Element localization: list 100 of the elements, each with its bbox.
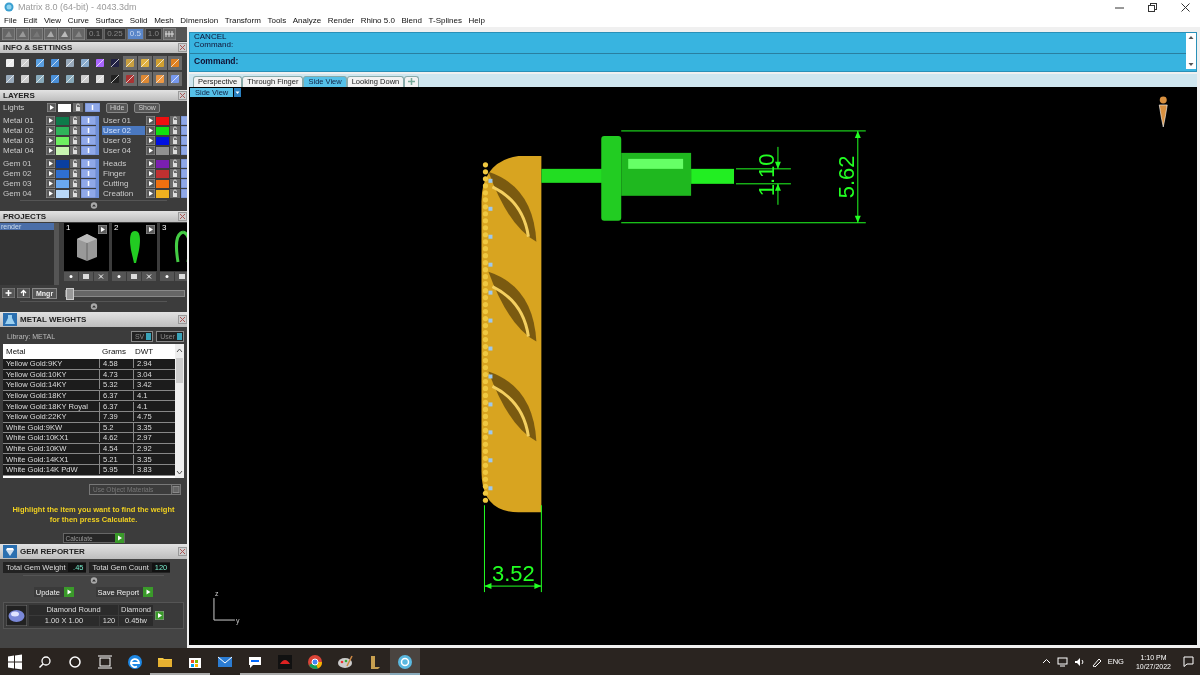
color-swatch[interactable] [156,159,169,168]
menu-item[interactable]: Help [468,16,485,25]
chevron-up-icon[interactable] [1041,657,1051,666]
restore-icon[interactable] [1148,2,1157,12]
play-icon[interactable] [46,169,55,178]
up-arrow-icon[interactable] [17,288,30,298]
layer-name[interactable]: User 02 [102,126,145,135]
tool-icon[interactable] [63,72,77,86]
color-swatch[interactable] [56,189,69,198]
play-icon[interactable] [146,146,155,155]
lock-icon[interactable] [170,146,180,155]
save-icon[interactable] [175,272,187,281]
layer-name[interactable]: User 01 [102,116,145,125]
play-icon[interactable] [146,189,155,198]
lock-icon[interactable] [70,179,80,188]
delete-icon[interactable] [142,272,156,281]
checkbox[interactable] [171,484,181,495]
menu-item[interactable]: Edit [23,16,38,25]
lock-icon[interactable] [170,169,180,178]
layer-name[interactable]: Gem 02 [2,169,45,178]
play-icon[interactable] [47,103,56,112]
save-icon[interactable] [79,272,93,281]
play-icon[interactable] [98,225,107,234]
color-swatch[interactable] [56,169,69,178]
collapse-handle[interactable] [89,303,98,310]
caret-icon[interactable] [234,88,242,97]
notification-icon[interactable] [1183,656,1194,667]
lock-icon[interactable] [70,169,80,178]
play-icon[interactable] [146,126,155,135]
tool-icon[interactable] [63,56,77,70]
layer-name[interactable]: User 04 [102,146,145,155]
tool-icon[interactable] [33,56,47,70]
layer-name[interactable]: Cutting [102,179,145,188]
lock-icon[interactable] [70,126,80,135]
color-swatch[interactable] [156,136,169,145]
tool-icon[interactable] [93,56,107,70]
pen-icon[interactable] [1090,656,1102,667]
game-icon[interactable] [277,653,293,670]
layer-name[interactable]: Metal 02 [2,126,45,135]
task-view-icon[interactable] [97,653,113,670]
menu-item[interactable]: Rhino 5.0 [360,16,395,25]
visibility-toggle[interactable] [81,169,96,178]
play-icon[interactable] [146,136,155,145]
tool-icon[interactable] [33,72,47,86]
lock-icon[interactable] [70,136,80,145]
snap-button[interactable]: 1.0 [144,28,162,40]
tool-icon[interactable] [3,72,17,86]
tool-icon[interactable] [48,56,62,70]
layer-name[interactable]: Creation [102,189,145,198]
layer-name[interactable]: Metal 03 [2,136,45,145]
menu-item[interactable]: View [43,16,62,25]
browser-icon[interactable] [127,653,143,670]
menu-item[interactable]: Surface [95,16,124,25]
add-icon[interactable] [2,288,15,298]
color-swatch[interactable] [156,116,169,125]
play-icon[interactable] [46,126,55,135]
play-icon[interactable] [46,159,55,168]
thumbnail-preview[interactable]: 2 [112,223,157,271]
close-icon[interactable] [1181,2,1190,12]
menu-item[interactable]: Analyze [292,16,322,25]
column-header[interactable]: Metal [3,347,99,356]
layer-name[interactable]: Heads [102,159,145,168]
slider-thumb[interactable] [66,287,75,300]
visibility-toggle[interactable] [81,116,96,125]
visibility-toggle[interactable] [85,103,100,112]
menu-item[interactable]: Render [327,16,355,25]
color-swatch[interactable] [156,189,169,198]
search-icon[interactable] [37,653,53,670]
layer-name[interactable]: Metal 01 [2,116,45,125]
play-icon[interactable] [63,587,74,597]
collapse-handle[interactable] [89,577,98,584]
layer-name[interactable]: Metal 04 [2,146,45,155]
lock-icon[interactable] [70,159,80,168]
visibility-toggle[interactable] [81,159,96,168]
tool-icon[interactable] [108,72,122,86]
visibility-toggle[interactable] [81,179,96,188]
menu-item[interactable]: Mesh [154,16,174,25]
menu-item[interactable]: Solid [129,16,148,25]
lock-icon[interactable] [170,179,180,188]
play-icon[interactable] [143,587,154,597]
layer-name[interactable]: Gem 01 [2,159,45,168]
play-icon[interactable] [46,136,55,145]
menu-item[interactable]: Dimension [180,16,219,25]
tool-icon[interactable] [48,72,62,86]
tool-icon[interactable] [3,56,17,70]
color-swatch[interactable] [156,126,169,135]
lock-icon[interactable] [170,126,180,135]
lock-icon[interactable] [70,116,80,125]
color-swatch[interactable] [56,136,69,145]
volume-icon[interactable] [1073,656,1085,667]
tool-icon[interactable] [18,72,32,86]
lock-icon[interactable] [170,116,180,125]
tool-icon[interactable] [18,56,32,70]
layer-name[interactable]: User 03 [102,136,145,145]
menu-item[interactable]: T-Splines [428,16,462,25]
lock-icon[interactable] [170,159,180,168]
delete-icon[interactable] [94,272,108,281]
play-icon[interactable] [46,189,55,198]
snap-button[interactable]: 0.1 [86,28,104,40]
color-swatch[interactable] [156,146,169,155]
